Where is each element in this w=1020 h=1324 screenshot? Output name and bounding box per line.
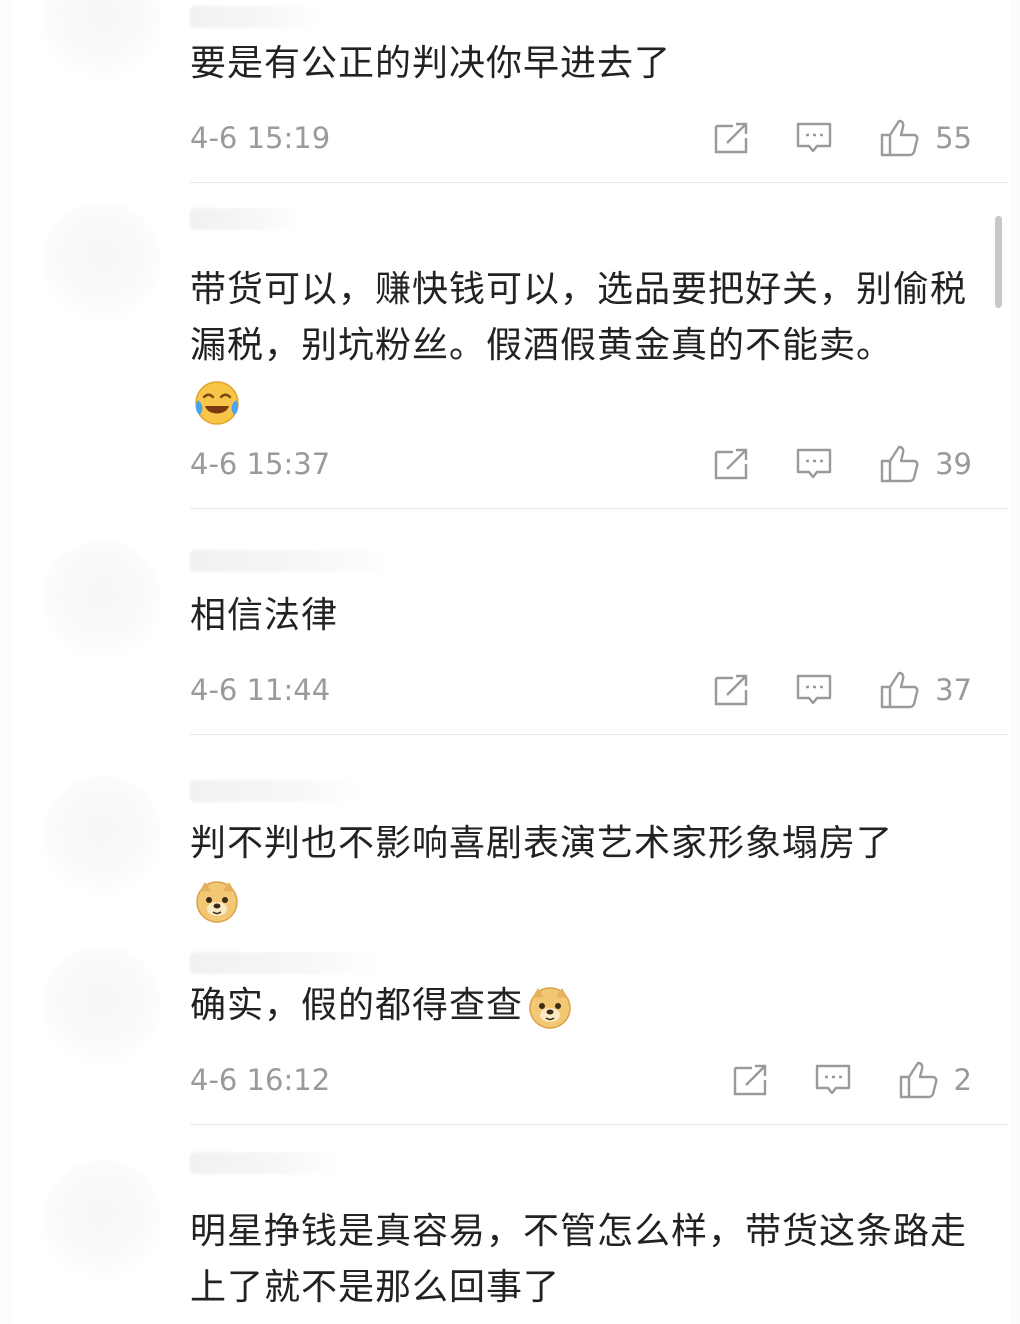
divider [190, 508, 1008, 509]
comment-actions: 55 [713, 118, 972, 158]
like-button[interactable]: 39 [879, 444, 972, 484]
comment-icon[interactable] [795, 121, 833, 155]
comment-text: 带货可以，赚快钱可以，选品要把好关，别偷税漏税，别坑粉丝。假酒假黄金真的不能卖。 [190, 262, 980, 430]
comment-actions: 37 [713, 670, 972, 710]
divider [190, 1124, 1008, 1125]
comment-item: 明星挣钱是真容易，不管怎么样，带货这条路走上了就不是那么回事了 [0, 1126, 1020, 1324]
comment-icon[interactable] [814, 1063, 852, 1097]
divider [190, 734, 1008, 735]
comment-text: 要是有公正的判决你早进去了 [190, 43, 672, 84]
thumbs-up-icon [898, 1060, 940, 1100]
comment-text: 判不判也不影响喜剧表演艺术家形象塌房了 [190, 816, 980, 928]
comment-meta: 4-6 15:19 55 [190, 116, 972, 160]
comment-item: 确实，假的都得查查 4-6 16:12 2 [0, 940, 1020, 1126]
username-redacted[interactable] [190, 1152, 340, 1174]
comment-time: 4-6 15:19 [190, 121, 331, 155]
username-redacted[interactable] [190, 550, 390, 572]
laugh-cry-emoji [194, 380, 240, 426]
comment-item: 相信法律 4-6 11:44 37 [0, 510, 1020, 736]
comment-feed: 要是有公正的判决你早进去了 4-6 15:19 55 带货可以，赚快钱可以，选品… [0, 0, 1020, 1324]
comment-time: 4-6 11:44 [190, 673, 331, 707]
comment-meta: 4-6 11:44 37 [190, 668, 972, 712]
username-redacted[interactable] [190, 208, 300, 230]
comment-item: 带货可以，赚快钱可以，选品要把好关，别偷税漏税，别坑粉丝。假酒假黄金真的不能卖。… [0, 184, 1020, 510]
avatar[interactable] [42, 776, 162, 896]
comment-meta: 4-6 15:37 39 [190, 442, 972, 486]
thumbs-up-icon [879, 444, 921, 484]
comment-item: 判不判也不影响喜剧表演艺术家形象塌房了 [0, 736, 1020, 940]
like-count: 55 [935, 121, 972, 155]
thumbs-up-icon [879, 118, 921, 158]
comment-item: 要是有公正的判决你早进去了 4-6 15:19 55 [0, 0, 1020, 184]
username-redacted[interactable] [190, 780, 360, 802]
avatar[interactable] [42, 202, 162, 322]
comment-text: 相信法律 [190, 595, 339, 636]
comment-text: 确实，假的都得查查 [190, 978, 980, 1034]
share-icon[interactable] [713, 121, 751, 155]
share-icon[interactable] [713, 673, 751, 707]
like-count: 39 [935, 447, 972, 481]
comment-text: 明星挣钱是真容易，不管怎么样，带货这条路走上了就不是那么回事了 [190, 1211, 968, 1308]
comment-time: 4-6 15:37 [190, 447, 331, 481]
username-redacted[interactable] [190, 6, 320, 28]
avatar[interactable] [42, 1160, 162, 1280]
avatar[interactable] [42, 946, 162, 1066]
thumbs-up-icon [879, 670, 921, 710]
like-count: 37 [935, 673, 972, 707]
like-button[interactable]: 55 [879, 118, 972, 158]
like-button[interactable]: 37 [879, 670, 972, 710]
share-icon[interactable] [732, 1063, 770, 1097]
comment-time: 4-6 16:12 [190, 1063, 331, 1097]
comment-meta: 4-6 16:12 2 [190, 1058, 972, 1102]
like-button[interactable]: 2 [898, 1060, 972, 1100]
avatar[interactable] [42, 540, 162, 660]
comment-icon[interactable] [795, 673, 833, 707]
doge-emoji [527, 984, 573, 1030]
like-count: 2 [953, 1063, 972, 1097]
avatar[interactable] [42, 0, 162, 80]
comment-icon[interactable] [795, 447, 833, 481]
divider [190, 182, 1008, 183]
scrollbar[interactable] [995, 216, 1002, 308]
comment-actions: 39 [713, 444, 972, 484]
comment-actions: 2 [732, 1060, 972, 1100]
username-redacted[interactable] [190, 952, 380, 974]
doge-emoji [194, 878, 240, 924]
share-icon[interactable] [713, 447, 751, 481]
